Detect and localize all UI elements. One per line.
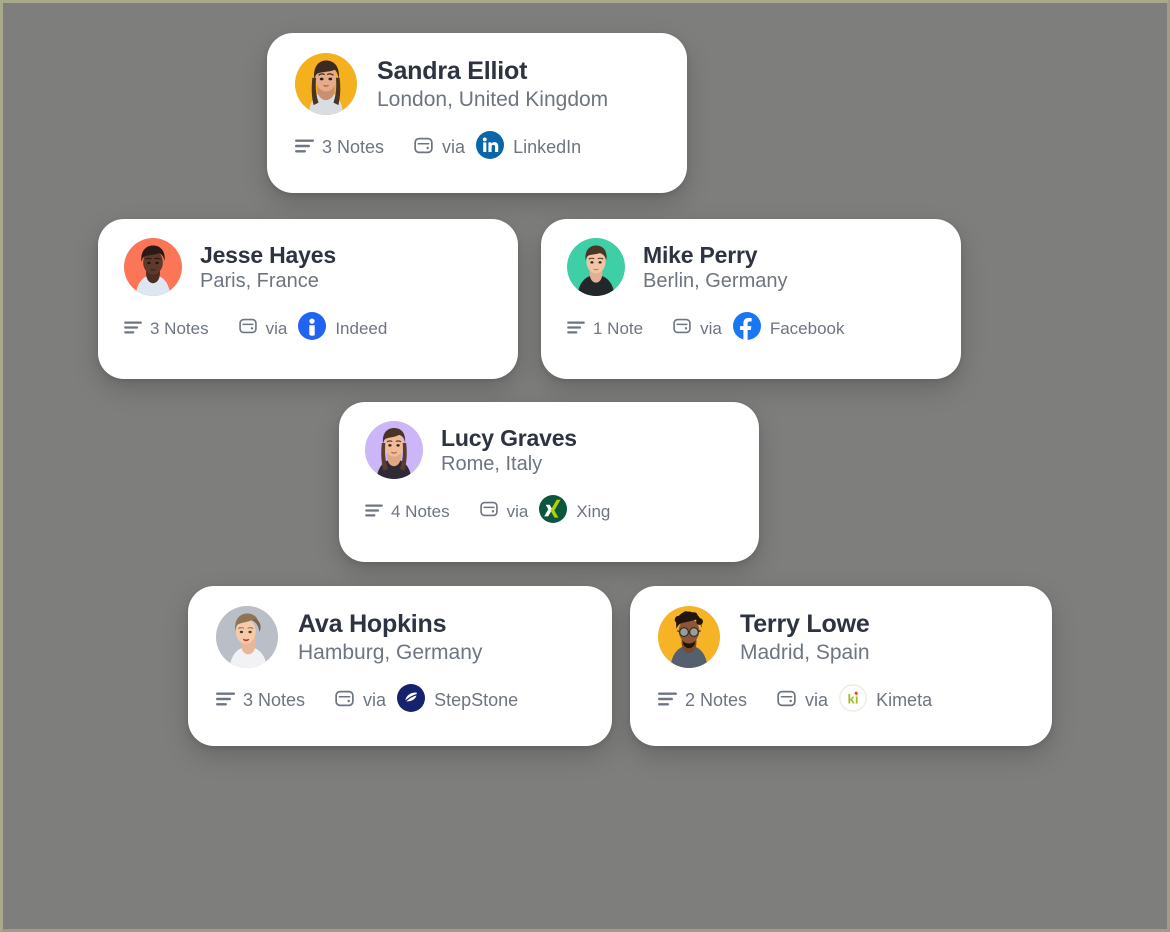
source-name: Xing: [576, 501, 611, 521]
notes-lines-icon: [216, 690, 235, 711]
notes-indicator[interactable]: 3 Notes: [295, 137, 384, 158]
notes-count: 1 Note: [593, 318, 644, 338]
card-window-icon: [414, 136, 433, 160]
kimeta-icon: ki: [839, 684, 867, 717]
person-info: Jesse Hayes Paris, France: [200, 241, 336, 294]
via-label: via: [363, 690, 387, 710]
source-indicator[interactable]: via Indeed: [238, 312, 388, 345]
contact-card-mike-perry[interactable]: Mike Perry Berlin, Germany 1 Note via Fa…: [541, 219, 961, 379]
person-info: Ava Hopkins Hamburg, Germany: [298, 609, 482, 666]
notes-count: 3 Notes: [322, 137, 385, 157]
notes-count: 2 Notes: [685, 690, 748, 710]
notes-lines-icon: [365, 502, 383, 522]
card-header: Ava Hopkins Hamburg, Germany: [188, 586, 612, 668]
notes-lines-icon: [658, 690, 677, 711]
card-header: Sandra Elliot London, United Kingdom: [267, 33, 687, 115]
source-name: LinkedIn: [513, 137, 582, 157]
notes-lines-icon: [295, 137, 314, 158]
contact-location: London, United Kingdom: [377, 87, 609, 111]
contact-location: Berlin, Germany: [643, 269, 788, 292]
avatar: [124, 238, 182, 296]
contact-location: Madrid, Spain: [740, 640, 870, 664]
avatar: [567, 238, 625, 296]
source-indicator[interactable]: via ki Kimeta: [777, 684, 932, 717]
notes-indicator[interactable]: 2 Notes: [658, 690, 747, 711]
xing-icon: [539, 495, 568, 528]
source-name: Kimeta: [876, 690, 933, 710]
card-window-icon: [238, 317, 257, 340]
stepstone-icon: [397, 684, 426, 717]
notes-count: 3 Notes: [243, 690, 306, 710]
card-window-icon: [777, 689, 796, 713]
source-indicator[interactable]: via Xing: [479, 495, 611, 528]
via-label: via: [805, 690, 829, 710]
card-stage: Sandra Elliot London, United Kingdom 3 N…: [3, 3, 1167, 929]
avatar: [216, 606, 278, 668]
card-window-icon: [335, 689, 354, 713]
notes-count: 4 Notes: [391, 501, 450, 521]
person-info: Terry Lowe Madrid, Spain: [740, 609, 870, 666]
contact-name: Terry Lowe: [740, 609, 870, 638]
card-header: Lucy Graves Rome, Italy: [339, 402, 759, 479]
avatar: [365, 421, 423, 479]
person-info: Mike Perry Berlin, Germany: [643, 241, 788, 294]
via-label: via: [265, 318, 288, 338]
via-label: via: [442, 137, 466, 157]
source-indicator[interactable]: via StepStone: [335, 684, 518, 717]
avatar: [295, 53, 357, 115]
contact-card-terry-lowe[interactable]: Terry Lowe Madrid, Spain 2 Notes via ki …: [630, 586, 1052, 746]
card-header: Mike Perry Berlin, Germany: [541, 219, 961, 296]
card-window-icon: [673, 317, 691, 340]
via-label: via: [700, 318, 722, 338]
indeed-icon: [298, 312, 327, 345]
avatar: [658, 606, 720, 668]
contact-location: Hamburg, Germany: [298, 640, 483, 664]
notes-indicator[interactable]: 3 Notes: [124, 319, 209, 339]
source-name: Facebook: [769, 318, 845, 338]
card-meta: 3 Notes via: [188, 668, 612, 717]
contact-card-jesse-hayes[interactable]: Jesse Hayes Paris, France 3 Notes via In…: [98, 219, 518, 379]
source-indicator[interactable]: via Facebook: [673, 312, 845, 345]
person-info: Lucy Graves Rome, Italy: [441, 424, 577, 477]
notes-indicator[interactable]: 3 Notes: [216, 690, 305, 711]
via-label: via: [506, 501, 529, 521]
card-header: Terry Lowe Madrid, Spain: [630, 586, 1052, 668]
notes-indicator[interactable]: 4 Notes: [365, 502, 450, 522]
facebook-icon: [732, 312, 761, 345]
card-meta: 2 Notes via ki Kimeta: [630, 668, 1052, 717]
card-meta: 1 Note via Facebook: [541, 296, 961, 345]
notes-count: 3 Notes: [150, 318, 209, 338]
contact-name: Ava Hopkins: [298, 609, 447, 638]
source-name: Indeed: [335, 318, 388, 338]
contact-card-ava-hopkins[interactable]: Ava Hopkins Hamburg, Germany 3 Notes via…: [188, 586, 612, 746]
contact-card-lucy-graves[interactable]: Lucy Graves Rome, Italy 4 Notes via Xing: [339, 402, 759, 562]
contact-name: Sandra Elliot: [377, 56, 528, 85]
source-indicator[interactable]: via LinkedIn: [414, 131, 581, 164]
card-meta: 4 Notes via Xing: [339, 479, 759, 528]
notes-lines-icon: [124, 319, 142, 339]
notes-indicator[interactable]: 1 Note: [567, 319, 643, 339]
contact-name: Mike Perry: [643, 241, 758, 268]
contact-name: Jesse Hayes: [200, 241, 336, 268]
contact-location: Paris, France: [200, 269, 319, 292]
contact-card-sandra-elliot[interactable]: Sandra Elliot London, United Kingdom 3 N…: [267, 33, 687, 193]
card-meta: 3 Notes via: [267, 115, 687, 164]
contact-name: Lucy Graves: [441, 424, 577, 451]
person-info: Sandra Elliot London, United Kingdom: [377, 56, 608, 113]
card-header: Jesse Hayes Paris, France: [98, 219, 518, 296]
card-meta: 3 Notes via: [98, 296, 518, 345]
contact-location: Rome, Italy: [441, 452, 543, 475]
card-window-icon: [479, 500, 498, 523]
notes-lines-icon: [567, 319, 585, 339]
linkedin-icon: [476, 131, 505, 164]
source-name: StepStone: [434, 690, 519, 710]
